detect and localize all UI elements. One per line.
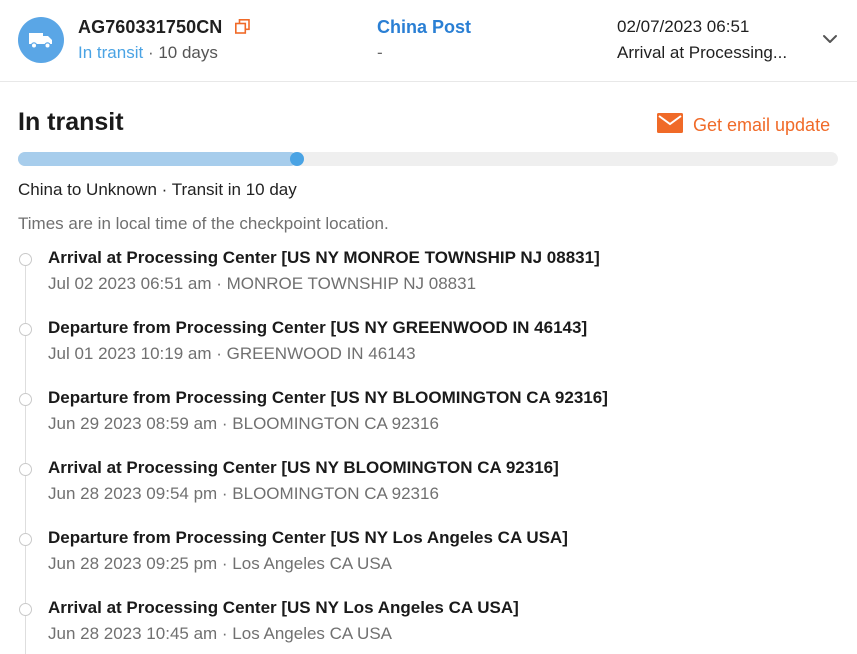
tracking-timeline: Arrival at Processing Center [US NY MONR… bbox=[0, 246, 857, 654]
event-meta: Jun 28 2023 09:54 pm · BLOOMINGTON CA 92… bbox=[48, 484, 439, 503]
shipment-summary-row[interactable]: AG760331750CN In transit · 10 days China… bbox=[0, 0, 857, 82]
event-meta: Jun 29 2023 08:59 am · BLOOMINGTON CA 92… bbox=[48, 414, 439, 433]
status-line: In transit · 10 days bbox=[78, 43, 218, 63]
event-meta: Jun 28 2023 09:25 pm · Los Angeles CA US… bbox=[48, 554, 393, 573]
event-title: Arrival at Processing Center [US NY BLOO… bbox=[48, 458, 559, 477]
detail-status-heading: In transit bbox=[18, 108, 124, 136]
timeline-event: Arrival at Processing Center [US NY Los … bbox=[0, 596, 857, 654]
timeline-dot bbox=[19, 323, 32, 336]
event-meta: Jul 02 2023 06:51 am · MONROE TOWNSHIP N… bbox=[48, 274, 477, 293]
timeline-dot bbox=[19, 393, 32, 406]
timeline-event: Arrival at Processing Center [US NY BLOO… bbox=[0, 456, 857, 526]
timeline-event: Departure from Processing Center [US NY … bbox=[0, 386, 857, 456]
tracking-page: AG760331750CN In transit · 10 days China… bbox=[0, 0, 857, 654]
route-info: China to Unknown · Transit in 10 day bbox=[18, 180, 297, 199]
progress-knob bbox=[289, 152, 304, 166]
transit-progress-bar bbox=[18, 152, 838, 166]
timeline-dot bbox=[19, 253, 32, 266]
carrier-subtext: - bbox=[377, 43, 383, 62]
timeline-dot bbox=[19, 463, 32, 476]
copy-icon[interactable] bbox=[235, 19, 250, 39]
event-title: Departure from Processing Center [US NY … bbox=[48, 318, 588, 337]
envelope-icon bbox=[657, 112, 683, 138]
event-meta: Jun 28 2023 10:45 am · Los Angeles CA US… bbox=[48, 624, 393, 643]
timeline-event: Departure from Processing Center [US NY … bbox=[0, 526, 857, 596]
chevron-down-icon[interactable] bbox=[822, 32, 838, 50]
event-title: Departure from Processing Center [US NY … bbox=[48, 528, 568, 547]
event-title: Arrival at Processing Center [US NY MONR… bbox=[48, 248, 600, 267]
event-meta: Jul 01 2023 10:19 am · GREENWOOD IN 4614… bbox=[48, 344, 416, 363]
separator: · bbox=[147, 43, 154, 62]
event-title: Departure from Processing Center [US NY … bbox=[48, 388, 608, 407]
timeline-dot bbox=[19, 603, 32, 616]
truck-icon bbox=[18, 17, 64, 63]
email-update-label: Get email update bbox=[693, 114, 831, 135]
tracking-number: AG760331750CN bbox=[78, 17, 223, 37]
timeline-event: Arrival at Processing Center [US NY MONR… bbox=[0, 246, 857, 316]
timeline-dot bbox=[19, 533, 32, 546]
timeline-event: Departure from Processing Center [US NY … bbox=[0, 316, 857, 386]
time-zone-note: Times are in local time of the checkpoin… bbox=[18, 214, 389, 233]
progress-fill bbox=[18, 152, 297, 166]
carrier-link[interactable]: China Post bbox=[377, 17, 471, 38]
event-title: Arrival at Processing Center [US NY Los … bbox=[48, 598, 519, 617]
status-text: In transit bbox=[78, 43, 144, 62]
email-update-button[interactable]: Get email update bbox=[657, 112, 830, 138]
latest-event-text: Arrival at Processing... bbox=[617, 43, 788, 62]
latest-event-time: 02/07/2023 06:51 bbox=[617, 17, 750, 36]
days-in-transit: 10 days bbox=[158, 43, 218, 62]
